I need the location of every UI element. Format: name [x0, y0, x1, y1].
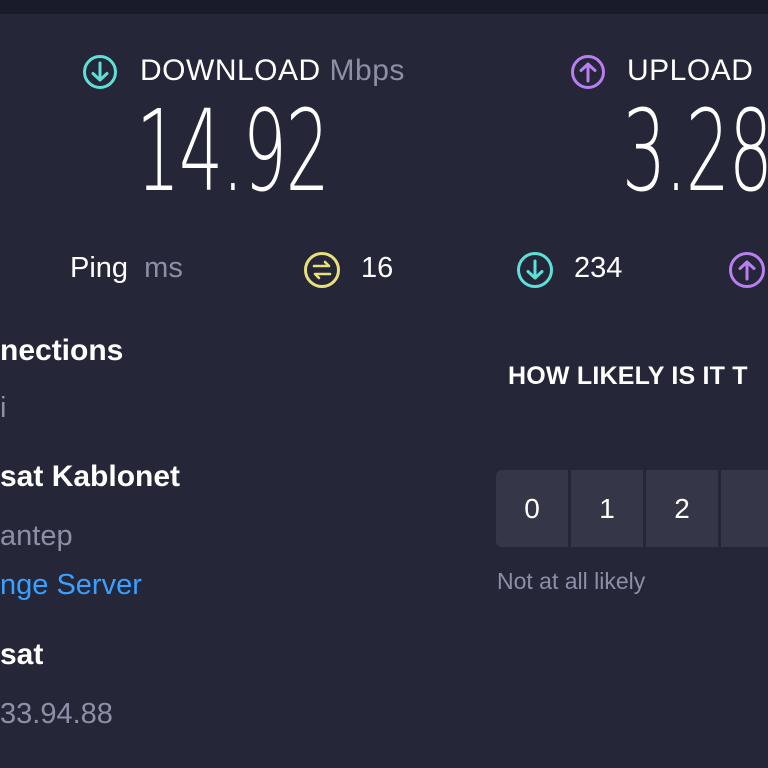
host-name: sat: [0, 638, 44, 671]
survey-question: HOW LIKELY IS IT T: [508, 362, 748, 390]
ip-address: 33.94.88: [0, 698, 113, 730]
ping-idle-value: 16: [361, 252, 394, 284]
ping-download-value: 234: [574, 252, 623, 284]
ping-unit: ms: [144, 252, 183, 284]
upload-speed-value: 3.28: [622, 87, 768, 217]
ping-label-text: Ping: [70, 252, 129, 284]
scale-hint-low: Not at all likely: [497, 568, 646, 594]
top-bar: [0, 0, 768, 14]
download-label-text: DOWNLOAD: [140, 54, 321, 87]
connections-label: nections: [0, 334, 124, 367]
ping-download-icon: [516, 251, 554, 289]
scale-option-2[interactable]: 2: [646, 470, 718, 547]
download-speed-value: 14.92: [136, 87, 330, 217]
scale-option-3[interactable]: [721, 470, 768, 547]
server-location: antep: [0, 520, 73, 552]
scale-option-0[interactable]: 0: [496, 470, 568, 547]
upload-arrow-icon: [570, 54, 606, 90]
download-arrow-icon: [82, 54, 118, 90]
ping-idle-icon: [303, 251, 341, 289]
scale-option-1[interactable]: 1: [571, 470, 643, 547]
download-label: DOWNLOAD Mbps: [140, 54, 405, 88]
upload-label: UPLOAD: [627, 54, 754, 87]
download-unit: Mbps: [329, 54, 405, 87]
ping-upload-icon: [728, 251, 766, 289]
ping-label: Ping ms: [70, 252, 183, 285]
change-server-link[interactable]: nge Server: [0, 569, 142, 602]
survey-scale: 0 1 2: [496, 470, 768, 547]
isp-name: sat Kablonet: [0, 460, 181, 493]
connections-value: i: [0, 392, 7, 424]
